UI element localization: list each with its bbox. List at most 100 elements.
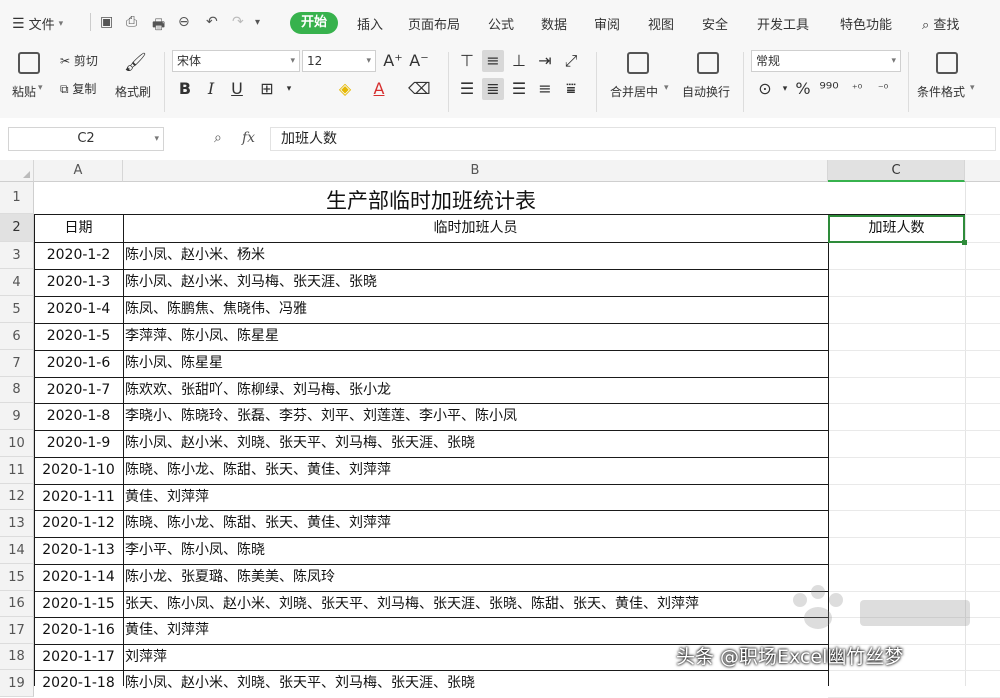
- italic-button[interactable]: I: [200, 78, 222, 100]
- zoom-lookup-icon[interactable]: ⌕: [214, 130, 222, 146]
- grow-font-icon[interactable]: A⁺: [382, 50, 404, 72]
- staff-cell[interactable]: 黄佳、刘萍萍: [125, 617, 826, 644]
- file-menu[interactable]: ☰ 文件 ▾: [12, 14, 63, 34]
- font-color-icon[interactable]: A: [368, 78, 390, 100]
- staff-cell[interactable]: 陈小龙、张夏璐、陈美美、陈凤玲: [125, 564, 826, 591]
- undo-icon[interactable]: ↶: [206, 14, 218, 30]
- percent-button[interactable]: %: [792, 78, 814, 100]
- header-date[interactable]: 日期: [34, 214, 123, 242]
- count-cell[interactable]: [828, 269, 965, 296]
- font-size-select[interactable]: 12 ▾: [302, 50, 376, 72]
- date-cell[interactable]: 2020-1-15: [34, 591, 123, 617]
- formula-input[interactable]: 加班人数: [270, 127, 996, 151]
- date-cell[interactable]: 2020-1-14: [34, 564, 123, 591]
- print-icon[interactable]: 🖶: [152, 14, 165, 38]
- decrease-decimal-icon[interactable]: ⁻⁰: [872, 78, 894, 100]
- format-painter-label[interactable]: 格式刷: [115, 83, 151, 100]
- row-header-4[interactable]: 4: [0, 269, 34, 296]
- tab-security[interactable]: 安全: [702, 14, 728, 33]
- date-cell[interactable]: 2020-1-8: [34, 403, 123, 430]
- row-header-8[interactable]: 8: [0, 377, 34, 403]
- name-box[interactable]: C2 ▾: [8, 127, 164, 151]
- staff-cell[interactable]: 陈小凤、赵小米、刘晓、张天平、刘马梅、张天涯、张晓: [125, 430, 826, 457]
- number-format-select[interactable]: 常规 ▾: [751, 50, 901, 72]
- row-header-17[interactable]: 17: [0, 617, 34, 644]
- increase-decimal-icon[interactable]: ⁺⁰: [846, 78, 868, 100]
- thousands-icon[interactable]: ⁹⁹⁰: [818, 78, 840, 100]
- tab-view[interactable]: 视图: [648, 14, 674, 33]
- count-cell[interactable]: [828, 296, 965, 323]
- count-cell[interactable]: [828, 510, 965, 537]
- row-header-14[interactable]: 14: [0, 537, 34, 564]
- preview-icon[interactable]: ⊖: [178, 14, 190, 30]
- merge-center-label[interactable]: 合并居中: [610, 83, 658, 100]
- count-cell[interactable]: [828, 457, 965, 484]
- row-header-18[interactable]: 18: [0, 644, 34, 670]
- underline-button[interactable]: U: [226, 78, 248, 100]
- distributed-icon[interactable]: ⩸: [560, 78, 582, 100]
- row-header-5[interactable]: 5: [0, 296, 34, 323]
- paste-icon[interactable]: [18, 52, 40, 74]
- count-cell[interactable]: [828, 377, 965, 403]
- bold-button[interactable]: B: [174, 78, 196, 100]
- conditional-format-icon[interactable]: [936, 52, 958, 74]
- align-right-icon[interactable]: ☰: [508, 78, 530, 100]
- indent-icon[interactable]: ⇥: [534, 50, 556, 72]
- shrink-font-icon[interactable]: A⁻: [408, 50, 430, 72]
- format-painter-icon[interactable]: 🖌: [124, 52, 147, 74]
- borders-chevron-icon[interactable]: ▾: [278, 78, 300, 100]
- wrap-text-label[interactable]: 自动换行: [682, 83, 730, 100]
- align-left-icon[interactable]: ☰: [456, 78, 478, 100]
- tab-insert[interactable]: 插入: [357, 14, 383, 33]
- justify-icon[interactable]: ≡: [534, 78, 556, 100]
- header-staff[interactable]: 临时加班人员: [123, 214, 828, 242]
- row-header-19[interactable]: 19: [0, 670, 34, 697]
- count-cell[interactable]: [828, 430, 965, 457]
- export-icon[interactable]: ⎙: [126, 14, 137, 30]
- row-header-16[interactable]: 16: [0, 591, 34, 617]
- merge-chevron-icon[interactable]: ▾: [664, 83, 669, 93]
- date-cell[interactable]: 2020-1-17: [34, 644, 123, 670]
- column-header-d[interactable]: [965, 160, 1000, 182]
- sheet-title[interactable]: 生产部临时加班统计表: [34, 182, 828, 214]
- column-header-c[interactable]: C: [828, 160, 965, 182]
- font-name-select[interactable]: 宋体 ▾: [172, 50, 300, 72]
- row-header-3[interactable]: 3: [0, 242, 34, 269]
- date-cell[interactable]: 2020-1-6: [34, 350, 123, 377]
- tab-review[interactable]: 审阅: [594, 14, 620, 33]
- column-header-a[interactable]: A: [34, 160, 123, 182]
- align-bottom-icon[interactable]: ⊥: [508, 50, 530, 72]
- staff-cell[interactable]: 陈凤、陈鹏焦、焦晓伟、冯雅: [125, 296, 826, 323]
- staff-cell[interactable]: 陈小凤、赵小米、杨米: [125, 242, 826, 269]
- merge-center-icon[interactable]: [627, 52, 649, 74]
- staff-cell[interactable]: 陈晓、陈小龙、陈甜、张天、黄佳、刘萍萍: [125, 510, 826, 537]
- align-center-icon[interactable]: ≣: [482, 78, 504, 100]
- date-cell[interactable]: 2020-1-2: [34, 242, 123, 269]
- date-cell[interactable]: 2020-1-13: [34, 537, 123, 564]
- staff-cell[interactable]: 李萍萍、陈小凤、陈星星: [125, 323, 826, 350]
- date-cell[interactable]: 2020-1-9: [34, 430, 123, 457]
- date-cell[interactable]: 2020-1-5: [34, 323, 123, 350]
- count-cell[interactable]: [828, 350, 965, 377]
- row-header-2[interactable]: 2: [0, 214, 34, 242]
- staff-cell[interactable]: 李小平、陈小凤、陈晓: [125, 537, 826, 564]
- copy-button[interactable]: ⧉ 复制: [60, 80, 96, 97]
- row-header-9[interactable]: 9: [0, 403, 34, 430]
- conditional-format-label[interactable]: 条件格式: [917, 83, 965, 100]
- staff-cell[interactable]: 陈小凤、赵小米、刘晓、张天平、刘马梅、张天涯、张晓: [125, 670, 826, 697]
- count-cell[interactable]: [828, 323, 965, 350]
- staff-cell[interactable]: 黄佳、刘萍萍: [125, 484, 826, 510]
- staff-cell[interactable]: 李晓小、陈晓玲、张磊、李芬、刘平、刘莲莲、李小平、陈小凤: [125, 403, 826, 430]
- row-header-10[interactable]: 10: [0, 430, 34, 457]
- paste-button-label[interactable]: 粘贴: [12, 83, 36, 100]
- date-cell[interactable]: 2020-1-4: [34, 296, 123, 323]
- date-cell[interactable]: 2020-1-3: [34, 269, 123, 296]
- fill-color-icon[interactable]: ◈: [334, 78, 356, 100]
- insert-function-icon[interactable]: fx: [242, 130, 255, 146]
- date-cell[interactable]: 2020-1-12: [34, 510, 123, 537]
- row-header-11[interactable]: 11: [0, 457, 34, 484]
- date-cell[interactable]: 2020-1-18: [34, 670, 123, 697]
- count-cell[interactable]: [828, 484, 965, 510]
- date-cell[interactable]: 2020-1-10: [34, 457, 123, 484]
- paste-chevron-icon[interactable]: ▾: [38, 83, 43, 93]
